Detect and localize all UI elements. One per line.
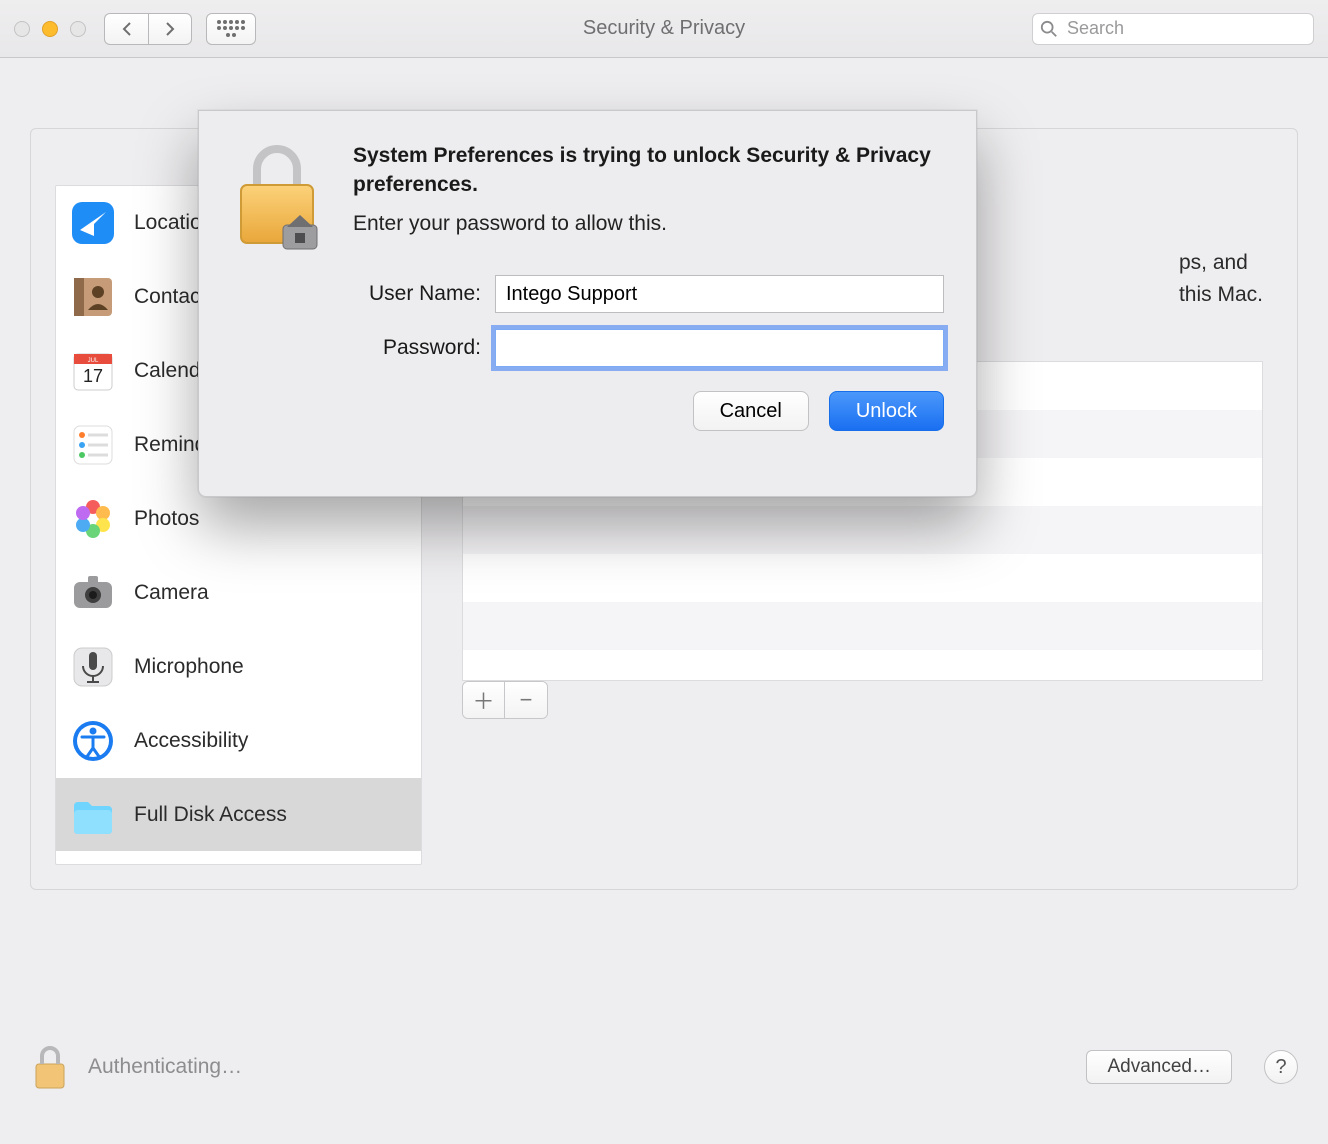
- sidebar-item-microphone[interactable]: Microphone: [56, 630, 421, 704]
- back-button[interactable]: [104, 13, 148, 45]
- sidebar-item-label: Accessibility: [134, 729, 248, 753]
- sidebar-item-label: Full Disk Access: [134, 803, 287, 827]
- chevron-right-icon: [164, 21, 176, 37]
- unlock-button[interactable]: Unlock: [829, 391, 944, 431]
- advanced-button[interactable]: Advanced…: [1086, 1050, 1232, 1084]
- footer-status: Authenticating…: [88, 1055, 242, 1079]
- sidebar-item-label: Camera: [134, 581, 209, 605]
- zoom-button[interactable]: [70, 21, 86, 37]
- photos-icon: [70, 496, 116, 542]
- window-body: Location Services Contacts JUL17 Calenda…: [0, 58, 1328, 1144]
- contacts-icon: [70, 274, 116, 320]
- cancel-button[interactable]: Cancel: [693, 391, 809, 431]
- accessibility-icon: [70, 718, 116, 764]
- toolbar: Security & Privacy: [0, 0, 1328, 58]
- description-text: ps, and this Mac.: [1179, 247, 1263, 310]
- auth-lock-icon: [231, 141, 323, 251]
- dialog-heading: System Preferences is trying to unlock S…: [353, 141, 944, 200]
- search-wrap: [1032, 13, 1314, 45]
- show-all-button[interactable]: [206, 13, 256, 45]
- svg-text:JUL: JUL: [88, 358, 99, 364]
- desc-line1: ps, and: [1179, 251, 1248, 274]
- search-input[interactable]: [1032, 13, 1314, 45]
- help-button[interactable]: ?: [1264, 1050, 1298, 1084]
- svg-text:17: 17: [83, 366, 103, 386]
- window-controls: [14, 21, 86, 37]
- footer: Authenticating… Advanced… ?: [30, 1042, 1298, 1092]
- sidebar-item-label: Microphone: [134, 655, 244, 679]
- list-row: [463, 506, 1262, 554]
- close-button[interactable]: [14, 21, 30, 37]
- password-input[interactable]: [495, 329, 944, 367]
- calendar-icon: JUL 17: [70, 348, 116, 394]
- desc-line2: this Mac.: [1179, 283, 1263, 306]
- sidebar-item-camera[interactable]: Camera: [56, 556, 421, 630]
- sidebar-item-accessibility[interactable]: Accessibility: [56, 704, 421, 778]
- search-icon: [1040, 20, 1058, 38]
- lock-icon[interactable]: [30, 1042, 70, 1092]
- microphone-icon: [70, 644, 116, 690]
- dialog-subheading: Enter your password to allow this.: [353, 212, 944, 236]
- password-label: Password:: [353, 336, 495, 360]
- folder-icon: [70, 792, 116, 838]
- location-icon: [70, 200, 116, 246]
- username-label: User Name:: [353, 282, 495, 306]
- list-row: [463, 602, 1262, 650]
- chevron-left-icon: [121, 21, 133, 37]
- username-input[interactable]: [495, 275, 944, 313]
- auth-dialog: System Preferences is trying to unlock S…: [198, 110, 977, 497]
- minimize-button[interactable]: [42, 21, 58, 37]
- sidebar-item-label: Photos: [134, 507, 199, 531]
- add-button[interactable]: ＋: [463, 682, 505, 718]
- reminders-icon: [70, 422, 116, 468]
- remove-button[interactable]: −: [505, 682, 547, 718]
- camera-icon: [70, 570, 116, 616]
- sidebar-item-fulldisk[interactable]: Full Disk Access: [56, 778, 421, 852]
- list-row: [463, 554, 1262, 602]
- nav-buttons: [104, 13, 192, 45]
- add-remove-buttons: ＋ −: [462, 681, 548, 719]
- forward-button[interactable]: [148, 13, 192, 45]
